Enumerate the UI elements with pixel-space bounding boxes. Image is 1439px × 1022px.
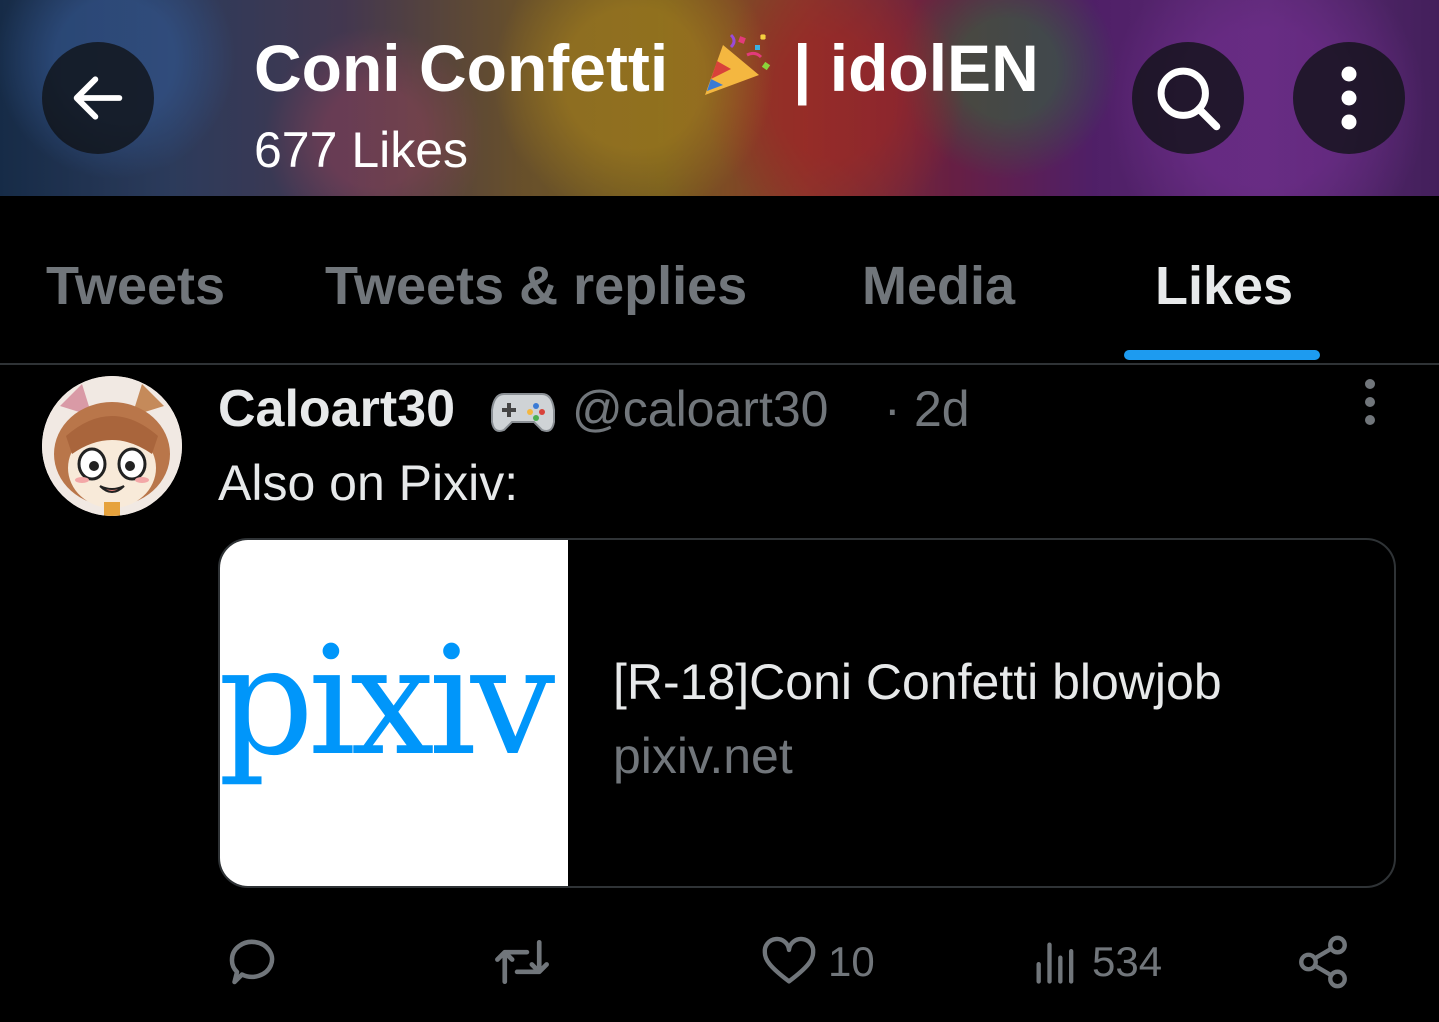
- profile-tabs: Tweets Tweets & replies Media Likes: [0, 196, 1439, 365]
- back-button[interactable]: [42, 42, 154, 154]
- party-popper-icon: [704, 33, 770, 95]
- vertical-ellipsis-icon: [1365, 379, 1375, 425]
- active-tab-indicator: [1124, 350, 1320, 360]
- reply-button[interactable]: [222, 926, 292, 998]
- retweet-button[interactable]: [490, 926, 564, 998]
- profile-name-suffix: | idolEN: [792, 31, 1039, 105]
- pixiv-logo: pixiv: [218, 635, 562, 789]
- link-preview-card[interactable]: pixiv [R-18]Coni Confetti blowjob pixiv.…: [218, 538, 1396, 888]
- card-thumbnail: pixiv: [220, 540, 568, 886]
- pixiv-logo-text: pixiv: [218, 635, 556, 789]
- like-button[interactable]: 10: [760, 926, 875, 998]
- view-count: 534: [1092, 938, 1163, 985]
- gamepad-icon: [491, 393, 555, 432]
- separator-dot: ·: [884, 381, 901, 437]
- heart-icon: [762, 936, 816, 984]
- likes-count-subtitle: 677 Likes: [254, 122, 469, 178]
- profile-name: Coni Confetti: [254, 31, 669, 105]
- tab-likes[interactable]: Likes: [1155, 251, 1293, 321]
- tweet-timestamp[interactable]: 2d: [914, 378, 970, 440]
- author-name[interactable]: Caloart30: [218, 378, 455, 440]
- retweet-icon: [495, 939, 549, 985]
- share-button[interactable]: [1294, 926, 1352, 998]
- more-options-button[interactable]: [1293, 42, 1405, 154]
- tab-tweets-and-replies[interactable]: Tweets & replies: [325, 251, 747, 321]
- share-icon: [1299, 935, 1347, 989]
- card-title: [R-18]Coni Confetti blowjob: [613, 654, 1222, 710]
- tab-media[interactable]: Media: [862, 251, 1015, 321]
- tab-tweets[interactable]: Tweets: [46, 251, 225, 321]
- card-domain: pixiv.net: [613, 728, 793, 784]
- arrow-left-icon: [73, 76, 123, 120]
- analytics-icon: [1036, 942, 1074, 984]
- views-button[interactable]: 534: [1030, 926, 1162, 998]
- search-icon: [1157, 67, 1221, 131]
- avatar-illustration: [42, 376, 182, 516]
- vertical-ellipsis-icon: [1341, 66, 1357, 130]
- page-title: Coni Confetti | idolEN: [254, 30, 1039, 106]
- profile-header-banner: Coni Confetti | idolEN 677 Likes: [0, 0, 1439, 196]
- like-count: 10: [828, 938, 875, 985]
- tweet-text: Also on Pixiv:: [218, 455, 519, 511]
- tweet-more-button[interactable]: [1350, 378, 1390, 426]
- search-button[interactable]: [1132, 42, 1244, 154]
- avatar[interactable]: [42, 376, 182, 516]
- author-handle[interactable]: @caloart30: [572, 378, 828, 440]
- reply-icon: [229, 939, 275, 985]
